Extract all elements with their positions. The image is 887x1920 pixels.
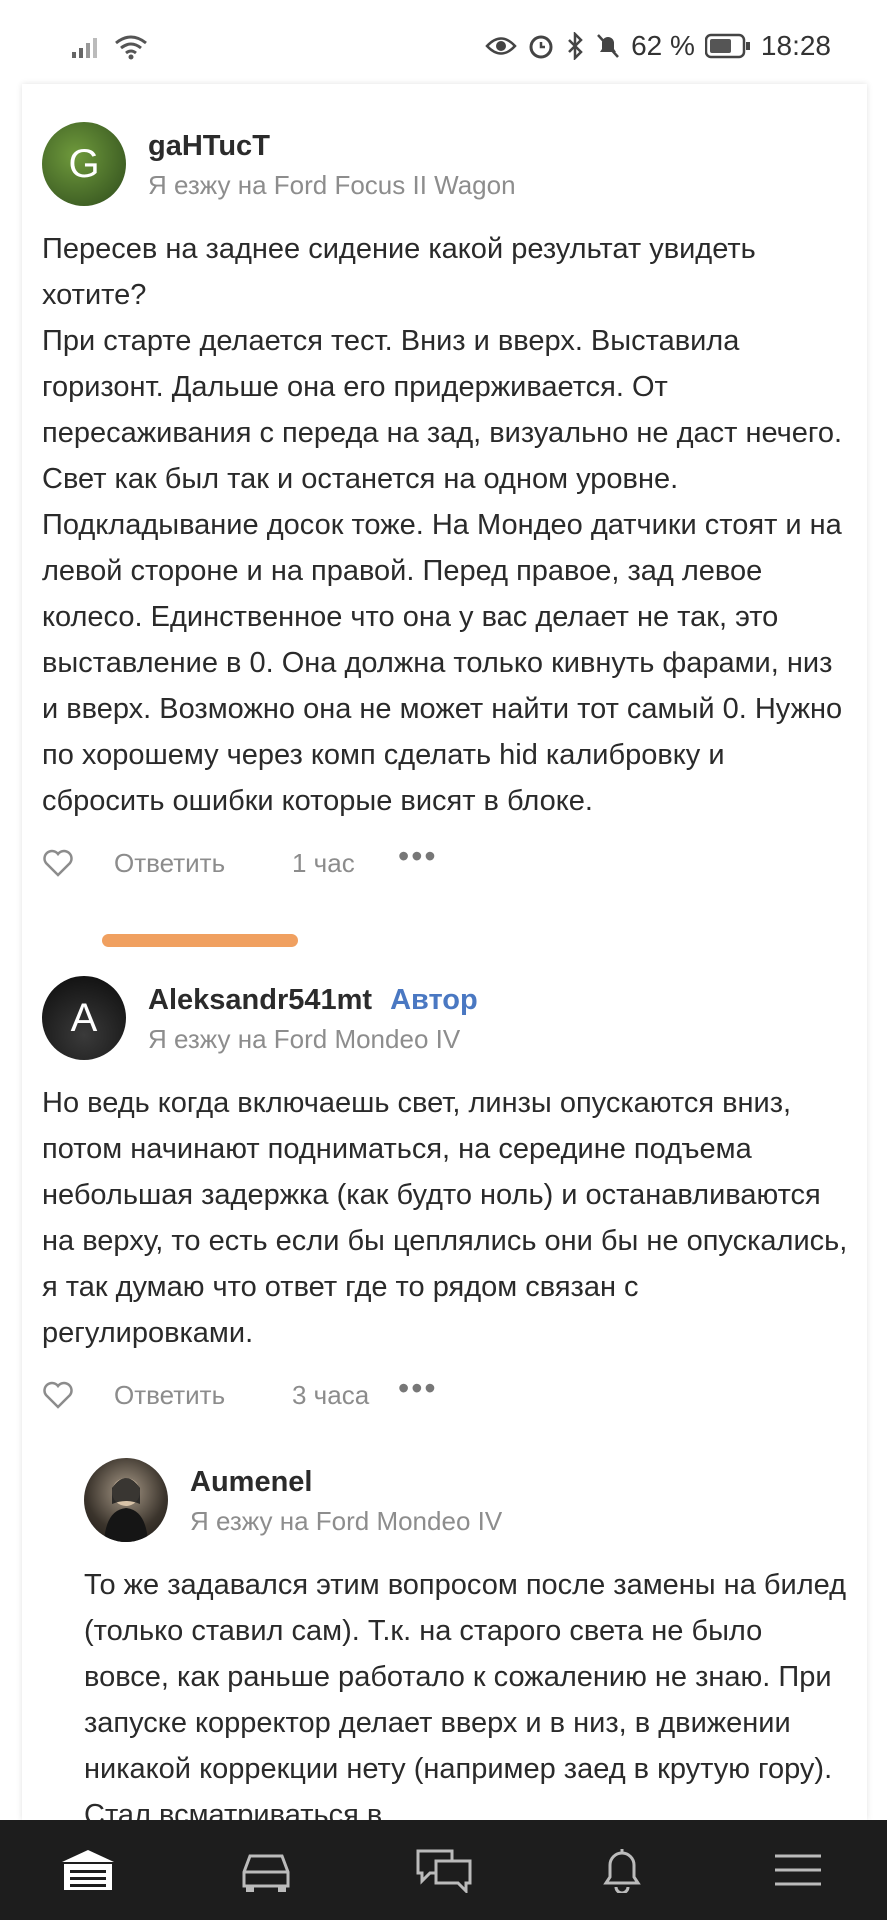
signal-icon [72,38,97,58]
author-badge: Автор [390,984,478,1016]
comment-item: G gaHTucT Я езжу на Ford Focus II Wagon … [42,122,852,894]
status-bar: 62 % 18:28 [0,0,887,84]
username[interactable]: gaHTucT [148,130,270,163]
bell-icon [603,1849,641,1893]
hand-drawn-underline [102,934,298,947]
heart-icon[interactable] [42,1380,74,1410]
comment-text: Но ведь когда включаешь свет, линзы опус… [42,1087,856,1349]
car-subline[interactable]: Я езжу на Ford Mondeo IV [190,1506,502,1537]
battery-percent: 62 % [631,30,695,61]
avatar-person-icon [104,1478,148,1542]
nav-notifications[interactable] [572,1820,672,1920]
avatar[interactable] [84,1458,168,1542]
messages-icon [416,1849,472,1893]
comment-actions: Ответить 3 часа ••• [42,1366,852,1426]
reply-button[interactable]: Ответить [114,1380,225,1411]
comment-time: 1 час [292,848,355,878]
menu-icon [775,1854,821,1886]
alarm-icon [529,35,553,59]
avatar-letter: G [68,141,100,186]
battery-icon [704,33,750,59]
eye-icon [485,37,517,55]
avatar[interactable]: G [42,122,126,206]
username[interactable]: Aumenel [190,1466,312,1499]
clock-time: 18:28 [760,30,831,61]
comment-item: A Aleksandr541mt Автор Я езжу на Ford Mon… [42,976,852,1426]
car-subline[interactable]: Я езжу на Ford Mondeo IV [148,1024,460,1055]
username-text[interactable]: Aleksandr541mt [148,984,372,1016]
avatar-letter: A [70,995,98,1040]
nav-home[interactable] [38,1820,138,1920]
comments-page: G gaHTucT Я езжу на Ford Focus II Wagon … [22,84,867,1820]
nav-menu[interactable] [748,1820,848,1920]
mute-bell-icon [597,34,620,58]
car-subline[interactable]: Я езжу на Ford Focus II Wagon [148,170,516,201]
comment-actions: Ответить 1 час ••• [42,834,852,894]
avatar[interactable]: A [42,976,126,1060]
car-icon [242,1854,290,1892]
bluetooth-icon [568,32,583,60]
username[interactable]: Aleksandr541mt Автор [148,984,478,1017]
wifi-icon [115,35,147,60]
nav-messages[interactable] [394,1820,494,1920]
more-options-icon[interactable]: ••• [398,1370,438,1407]
heart-icon[interactable] [42,848,74,878]
comment-item: Aumenel Я езжу на Ford Mondeo IV То же з… [84,1458,854,1820]
home-icon [62,1850,114,1890]
comment-text: Пересев на заднее сидение какой результа… [42,233,843,817]
nav-garage[interactable] [216,1820,316,1920]
more-options-icon[interactable]: ••• [398,838,438,875]
bottom-navigation [0,1820,887,1920]
reply-button[interactable]: Ответить [114,848,225,879]
comment-time: 3 часа [292,1380,370,1410]
comment-text: То же задавался этим вопросом после заме… [84,1569,855,1820]
